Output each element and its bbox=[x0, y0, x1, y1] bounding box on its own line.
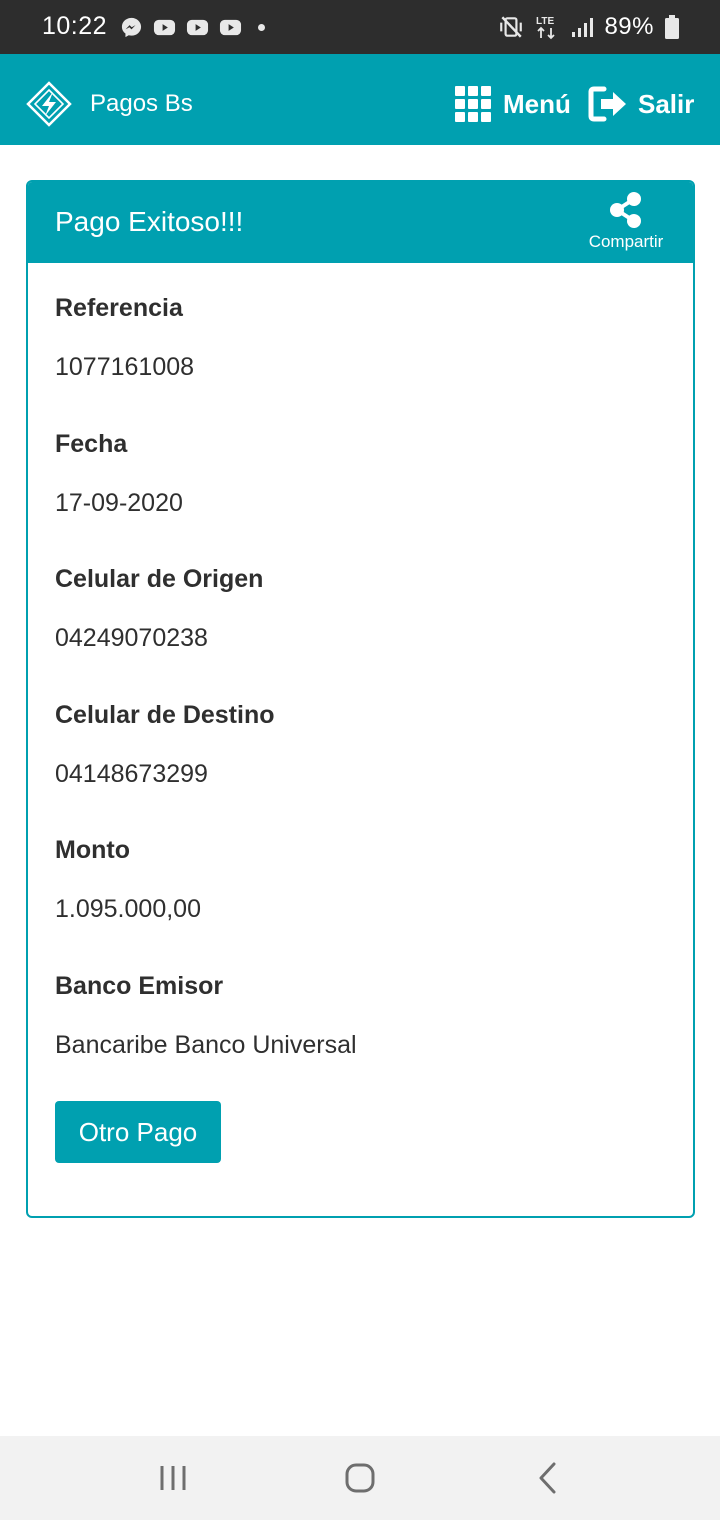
home-icon[interactable] bbox=[340, 1458, 380, 1498]
receipt-fields: Referencia 1077161008 Fecha 17-09-2020 C… bbox=[55, 292, 673, 1105]
app-title: Pagos Bs bbox=[90, 90, 193, 117]
back-icon[interactable] bbox=[528, 1458, 568, 1498]
app-logo-icon[interactable] bbox=[26, 81, 72, 127]
sign-out-icon bbox=[588, 86, 626, 122]
logout-button[interactable]: Salir bbox=[588, 85, 694, 123]
field-amount: Monto 1.095.000,00 bbox=[55, 834, 673, 970]
field-value: 04249070238 bbox=[55, 624, 208, 652]
field-label: Banco Emisor bbox=[55, 971, 224, 1000]
status-bar: 10:22 LTE 89% bbox=[0, 0, 720, 54]
share-label: Compartir bbox=[588, 232, 664, 251]
youtube-icon bbox=[219, 19, 242, 35]
field-value: Bancaribe Banco Universal bbox=[55, 1030, 357, 1059]
card-title: Pago Exitoso!!! bbox=[55, 206, 244, 237]
field-label: Monto bbox=[55, 836, 130, 864]
field-issuing-bank: Banco Emisor Bancaribe Banco Universal bbox=[55, 970, 673, 1106]
field-label: Fecha bbox=[55, 429, 128, 458]
field-date: Fecha 17-09-2020 bbox=[55, 428, 673, 564]
field-value: 04148673299 bbox=[55, 759, 208, 788]
app-bar: Pagos Bs Menú Salir bbox=[0, 54, 720, 145]
lte-icon: LTE bbox=[536, 16, 556, 40]
field-destination-phone: Celular de Destino 04148673299 bbox=[55, 699, 673, 835]
messenger-icon bbox=[121, 17, 142, 37]
notification-icons bbox=[120, 15, 265, 39]
field-value: 1077161008 bbox=[55, 353, 195, 381]
menu-label: Menú bbox=[503, 88, 571, 119]
recent-apps-icon[interactable] bbox=[153, 1458, 193, 1498]
field-value: 17-09-2020 bbox=[55, 488, 183, 517]
grid-icon bbox=[455, 86, 491, 122]
share-button[interactable]: Compartir bbox=[571, 190, 681, 256]
payment-receipt-card: Pago Exitoso!!! Compartir Referencia 107… bbox=[26, 180, 695, 1218]
battery-percentage: 89% bbox=[604, 13, 654, 40]
field-label: Referencia bbox=[55, 294, 183, 322]
card-header: Pago Exitoso!!! Compartir bbox=[28, 182, 693, 263]
logout-label: Salir bbox=[638, 88, 695, 119]
lte-label: LTE bbox=[536, 16, 554, 27]
battery-icon bbox=[665, 15, 679, 39]
vibrate-icon bbox=[500, 16, 523, 38]
field-reference: Referencia 1077161008 bbox=[55, 292, 673, 428]
field-origin-phone: Celular de Origen 04249070238 bbox=[55, 563, 673, 699]
menu-button[interactable]: Menú bbox=[455, 85, 571, 123]
status-right: LTE 89% bbox=[498, 12, 680, 42]
youtube-icon bbox=[153, 19, 176, 35]
signal-icon bbox=[572, 18, 594, 37]
youtube-icon bbox=[186, 19, 209, 35]
other-payment-button[interactable]: Otro Pago bbox=[55, 1101, 221, 1163]
field-label: Celular de Destino bbox=[55, 700, 275, 729]
field-label: Celular de Origen bbox=[55, 565, 264, 593]
more-dot-icon bbox=[258, 23, 265, 31]
status-time: 10:22 bbox=[42, 12, 108, 40]
share-icon bbox=[610, 192, 641, 228]
system-navigation-bar bbox=[0, 1436, 720, 1520]
field-value: 1.095.000,00 bbox=[55, 895, 201, 923]
